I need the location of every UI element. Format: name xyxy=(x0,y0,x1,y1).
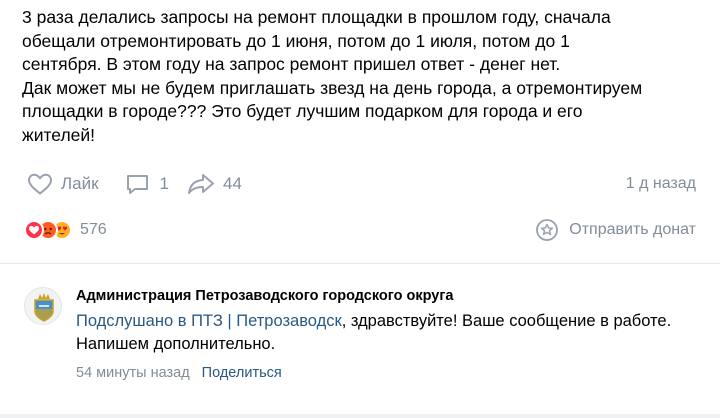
comment-body: Администрация Петрозаводского городского… xyxy=(76,285,706,381)
comment-text-line: Напишем дополнительно. xyxy=(76,335,276,353)
comment-time[interactable]: 54 минуты назад xyxy=(76,365,190,381)
post-text-line: площадки в городе??? Это будет лучшим по… xyxy=(22,101,583,121)
post-text-line: Дак может мы не будем приглашать звезд н… xyxy=(22,77,643,98)
mention-link[interactable]: Подслушано в ПТЗ | Петрозаводск xyxy=(76,312,342,330)
post-actions: Лайк 1 44 1 д назад xyxy=(26,170,696,198)
coat-of-arms-icon xyxy=(34,293,54,322)
bottom-separator xyxy=(0,414,720,418)
post-text-line: обещали отремонтировать до 1 июня, потом… xyxy=(22,30,570,51)
post-text-line: сентября. В этом году на запрос ремонт п… xyxy=(22,54,561,74)
reactions-count[interactable]: 576 xyxy=(80,221,107,239)
avatar[interactable] xyxy=(24,287,62,325)
post-text-line: жителей! xyxy=(22,124,96,145)
post-text: 3 раза делались запросы на ремонт площад… xyxy=(22,6,712,147)
share-arrow-icon xyxy=(188,174,215,194)
heart-outline-icon xyxy=(28,173,52,195)
post-text-line: 3 раза делались запросы на ремонт площад… xyxy=(22,7,611,27)
reactions-summary[interactable] xyxy=(24,220,72,240)
comments-count: 1 xyxy=(159,174,170,193)
comment-text: Подслушано в ПТЗ | Петрозаводск, здравст… xyxy=(76,310,706,356)
share-link[interactable]: Поделиться xyxy=(202,365,282,381)
donate-icon xyxy=(536,219,559,241)
shares-count: 44 xyxy=(223,174,242,193)
reactions-row: 576 Отправить донат xyxy=(24,216,696,244)
donate-label: Отправить донат xyxy=(569,221,696,238)
comment-button[interactable]: 1 xyxy=(125,172,169,196)
comment-text-part: , здравствуйте! Ваше сообщение в работе. xyxy=(341,312,672,330)
post-time[interactable]: 1 д назад xyxy=(626,175,696,193)
like-label: Лайк xyxy=(61,174,99,193)
comment-icon xyxy=(126,175,148,194)
donate-button[interactable]: Отправить донат xyxy=(535,218,696,242)
heart-reaction-icon xyxy=(24,220,44,240)
share-button[interactable]: 44 xyxy=(187,172,242,196)
comment-meta: 54 минуты назад Поделиться xyxy=(76,365,706,381)
comment-author[interactable]: Администрация Петрозаводского городского… xyxy=(76,285,706,307)
like-button[interactable]: Лайк xyxy=(26,172,99,196)
divider xyxy=(0,263,720,264)
